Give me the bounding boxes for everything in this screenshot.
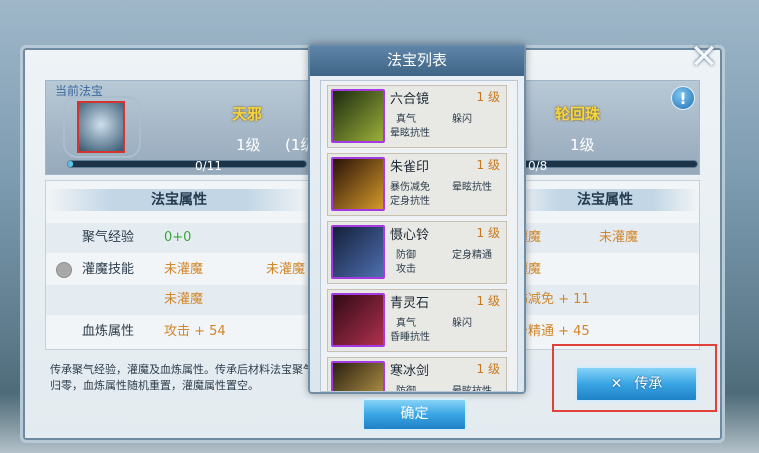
attr-value: 未灌魔 [164,262,204,277]
left-attr-panel: 法宝属性 聚气经验 0+0 灌魔技能 未灌魔 未灌魔 未灌魔 血炼属性 攻击 +… [45,180,313,350]
attr-value: 伤减免 + 11 [515,292,590,307]
close-icon[interactable]: ✕ [687,40,721,76]
attr-row: 灌魔 [511,255,699,285]
item-attr: 暴伤减免 [390,182,430,193]
treasure-list-popup: 法宝列表 六合镜 1 级 真气 躲闪 晕眩抗性 朱雀印 1 级 暴伤减免 晕眩抗… [308,44,526,394]
item-name: 慑心铃 [390,228,430,243]
item-level: 1 级 [476,294,500,308]
right-attr-panel: 法宝属性 灌魔 未灌魔 灌魔 伤减免 + 11 身精通 + 45 [510,180,700,350]
attr-value: 攻击 + 54 [164,324,226,339]
attr-label: 灌魔技能 [82,262,135,277]
item-attr: 晕眩抗性 [390,128,430,139]
item-level: 1 级 [476,226,500,240]
attr-value-2: 未灌魔 [266,262,306,277]
item-level: 1 级 [476,362,500,376]
inherit-description: 传承聚气经验，灌魔及血炼属性。传承后材料法宝聚气归零，血炼属性随机重置，灌魔属性… [50,363,314,392]
treasure-item-icon [331,89,385,143]
item-name: 朱雀印 [390,160,430,175]
item-attr: 攻击 [396,264,416,275]
left-treasure-level: 1级 [236,136,261,154]
attr-label: 血炼属性 [82,324,135,339]
attr-value: 0+0 [164,230,192,245]
radio-toggle[interactable] [56,262,72,278]
treasure-list[interactable]: 六合镜 1 级 真气 躲闪 晕眩抗性 朱雀印 1 级 暴伤减免 晕眩抗性 定身抗… [320,80,518,392]
right-treasure-name: 轮回珠 [555,105,601,123]
item-attr: 躲闪 [452,114,472,125]
left-progress-text: 0/11 [195,159,222,173]
right-attr-title: 法宝属性 [511,189,699,211]
treasure-item-icon [331,293,385,347]
info-icon[interactable]: ! [671,86,695,110]
treasure-item-icon [331,225,385,279]
attr-value-2: 未灌魔 [599,230,639,245]
attr-label: 聚气经验 [82,230,135,245]
current-treasure-icon[interactable] [77,101,125,153]
right-treasure-level: 1级 [570,136,595,154]
list-item[interactable]: 六合镜 1 级 真气 躲闪 晕眩抗性 [327,85,507,148]
confirm-button[interactable]: 确定 [362,398,467,431]
item-name: 寒冰剑 [390,364,430,379]
item-attr: 定身抗性 [390,196,430,207]
attr-row: 聚气经验 0+0 [46,223,312,253]
item-attr: 真气 [396,318,416,329]
item-attr: 晕眩抗性 [452,182,492,193]
list-item[interactable]: 朱雀印 1 级 暴伤减免 晕眩抗性 定身抗性 [327,153,507,216]
left-progress-fill [68,161,73,167]
attr-value: 身精通 + 45 [515,324,590,339]
item-attr: 晕眩抗性 [452,386,492,392]
item-level: 1 级 [476,90,500,104]
item-name: 六合镜 [390,92,430,107]
right-progress-text: 0/8 [528,159,548,173]
left-progress-bar [67,160,307,168]
item-attr: 躲闪 [452,318,472,329]
attr-row: 伤减免 + 11 [511,285,699,315]
list-item[interactable]: 寒冰剑 1 级 防御 晕眩抗性 [327,357,507,392]
item-attr: 防御 [396,386,416,392]
list-item[interactable]: 慑心铃 1 级 防御 定身精通 攻击 [327,221,507,284]
attr-row: 身精通 + 45 [511,317,699,347]
highlight-box [552,344,717,412]
attr-row: 灌魔技能 未灌魔 未灌魔 [46,255,312,285]
item-level: 1 级 [476,158,500,172]
item-name: 青灵石 [390,296,430,311]
item-attr: 定身精通 [452,250,492,261]
left-treasure-name: 天邪 [232,105,263,123]
item-attr: 真气 [396,114,416,125]
attr-row: 血炼属性 攻击 + 54 [46,317,312,347]
attr-row: 灌魔 未灌魔 [511,223,699,253]
item-attr: 昏睡抗性 [390,332,430,343]
list-item[interactable]: 青灵石 1 级 真气 躲闪 昏睡抗性 [327,289,507,352]
attr-row: 未灌魔 [46,285,312,315]
treasure-item-icon [331,361,385,391]
item-attr: 防御 [396,250,416,261]
left-attr-title: 法宝属性 [46,189,312,211]
treasure-item-icon [331,157,385,211]
attr-value: 未灌魔 [164,292,204,307]
treasure-list-title: 法宝列表 [310,46,524,76]
